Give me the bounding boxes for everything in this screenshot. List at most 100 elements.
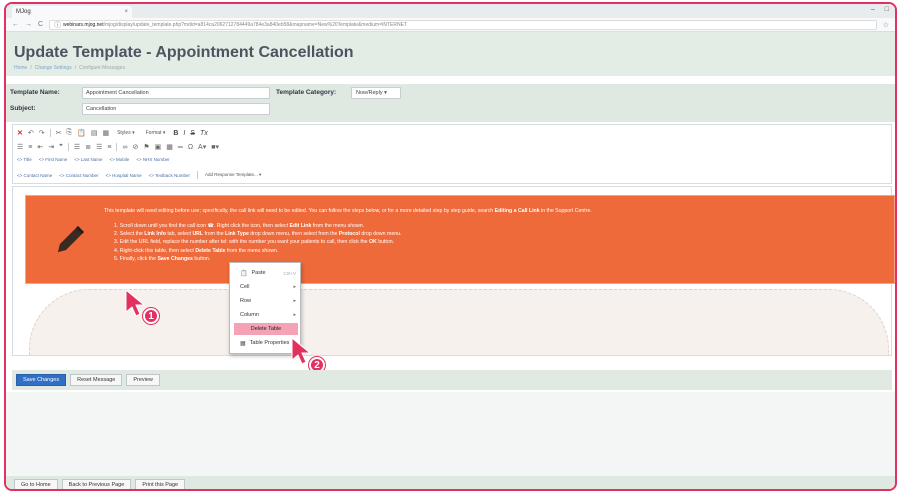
back-arrow-icon[interactable]: ← xyxy=(12,21,19,28)
italic-button[interactable]: I xyxy=(183,130,185,137)
paste-text-icon[interactable]: ▤ xyxy=(91,129,98,137)
toolbar-row-2: ☰ ≡ ⇤ ⇥ ❞ ☰ ≣ ☰ ≡ ∞ ⊘ ⚑ ▣ ▦ ═ Ω A▾ ■▾ xyxy=(17,143,219,151)
image-icon[interactable]: ▣ xyxy=(155,143,162,151)
text-color-icon[interactable]: A▾ xyxy=(198,143,206,151)
save-changes-button[interactable]: Save Changes xyxy=(16,374,67,386)
tag-title[interactable]: <> Title xyxy=(17,157,32,162)
cut-icon[interactable]: ✂ xyxy=(56,129,62,137)
numbered-list-icon[interactable]: ☰ xyxy=(17,143,23,151)
maximize-icon[interactable]: □ xyxy=(885,6,889,13)
tag-first-name[interactable]: <> First Name xyxy=(39,157,68,162)
divider xyxy=(49,129,51,137)
notice-intro: This template will need editing before u… xyxy=(104,208,592,214)
tag-mobile[interactable]: <> Mobile xyxy=(110,157,130,162)
bookmark-star-icon[interactable]: ☆ xyxy=(883,21,889,29)
merge-tags-row-1: <> Title <> First Name <> Last Name <> M… xyxy=(17,157,170,162)
step-text: from the menu shown. xyxy=(311,223,365,229)
template-name-input[interactable]: Appointment Cancellation xyxy=(82,87,270,99)
clear-format-button[interactable]: Tx xyxy=(200,130,208,137)
footer-bar: Go to Home Back to Previous Page Print t… xyxy=(6,476,895,489)
context-delete-table[interactable]: Delete Table xyxy=(234,323,298,335)
bold-button[interactable]: B xyxy=(173,130,178,137)
styles-dropdown[interactable]: Styles ▾ xyxy=(114,129,138,137)
tag-nhs-number[interactable]: <> NHS Number xyxy=(136,157,169,162)
align-right-icon[interactable]: ☰ xyxy=(96,143,102,151)
notice-steps: 1. Scroll down until you find the call i… xyxy=(114,222,401,263)
bullet-list-icon[interactable]: ≡ xyxy=(28,144,32,151)
align-justify-icon[interactable]: ≡ xyxy=(107,144,111,151)
format-dropdown[interactable]: Format ▾ xyxy=(143,129,169,137)
styles-label: Styles xyxy=(117,130,131,136)
close-tab-icon[interactable]: × xyxy=(124,9,128,15)
divider xyxy=(197,171,199,179)
strikethrough-button[interactable]: S xyxy=(190,130,195,137)
align-center-icon[interactable]: ≣ xyxy=(85,143,91,151)
editor-toolbar: ✕ ↶ ↷ ✂ ⎘ 📋 ▤ ▦ Styles ▾ Format ▾ B I S … xyxy=(12,124,892,184)
template-category-label: Template Category: xyxy=(276,89,337,96)
copy-icon[interactable]: ⎘ xyxy=(67,129,73,137)
breadcrumb-home[interactable]: Home xyxy=(14,65,27,71)
notice-table[interactable]: This template will need editing before u… xyxy=(25,195,895,284)
url-field[interactable]: ⓘ webinars.mjog.net /mjog/display/update… xyxy=(49,19,877,30)
step-bold: Save Changes xyxy=(157,255,193,262)
reload-icon[interactable]: C xyxy=(38,21,43,28)
tag-last-name[interactable]: <> Last Name xyxy=(74,157,102,162)
format-label: Format xyxy=(145,130,162,136)
step-bold: Delete Table xyxy=(195,247,226,254)
undo-icon[interactable]: ↶ xyxy=(28,129,34,137)
align-left-icon[interactable]: ☰ xyxy=(74,143,80,151)
anchor-icon[interactable]: ⚑ xyxy=(143,143,149,151)
chevron-right-icon: ▸ xyxy=(293,312,296,318)
template-category-select[interactable]: Now/Reply ▾ xyxy=(351,87,401,99)
background-color-icon[interactable]: ■▾ xyxy=(211,143,219,151)
horizontal-line-icon[interactable]: ═ xyxy=(178,144,183,151)
tag-contact-name[interactable]: <> Contact Name xyxy=(17,173,52,178)
window-controls: – □ xyxy=(871,6,889,13)
link-icon[interactable]: ∞ xyxy=(122,144,127,151)
context-row[interactable]: Row ▸ xyxy=(234,295,298,307)
step-text: button. xyxy=(376,239,395,246)
context-paste[interactable]: 📋 Paste Ctrl+V xyxy=(234,267,298,279)
minimize-icon[interactable]: – xyxy=(871,6,875,13)
paste-icon[interactable]: 📋 xyxy=(77,129,86,137)
tag-hospital-name[interactable]: <> Hospital Name xyxy=(106,173,142,178)
breadcrumb-separator: / xyxy=(30,65,32,71)
cancel-icon[interactable]: ✕ xyxy=(17,129,23,137)
add-response-template-dropdown[interactable]: Add Response Template... ▾ xyxy=(205,172,261,178)
template-name-label: Template Name: xyxy=(10,89,60,96)
step-1: 1. Scroll down until you find the call i… xyxy=(114,222,401,230)
indent-icon[interactable]: ⇥ xyxy=(48,143,54,151)
step-text: button. xyxy=(192,255,211,262)
reset-message-button[interactable]: Reset Message xyxy=(70,374,123,386)
context-cell[interactable]: Cell ▸ xyxy=(234,281,298,293)
redo-icon[interactable]: ↷ xyxy=(39,129,45,137)
editor-content[interactable]: This template will need editing before u… xyxy=(12,186,895,356)
outdent-icon[interactable]: ⇤ xyxy=(37,143,43,151)
page-title: Update Template - Appointment Cancellati… xyxy=(14,44,354,61)
browser-tab[interactable]: MJog × xyxy=(12,6,132,18)
context-column[interactable]: Column ▸ xyxy=(234,309,298,321)
forward-arrow-icon[interactable]: → xyxy=(25,21,32,28)
subject-input[interactable]: Cancellation xyxy=(82,103,270,115)
print-button[interactable]: Print this Page xyxy=(135,478,186,489)
go-home-button[interactable]: Go to Home xyxy=(14,478,58,489)
preview-button[interactable]: Preview xyxy=(126,374,160,386)
blockquote-icon[interactable]: ❞ xyxy=(59,143,63,151)
breadcrumb-separator: / xyxy=(74,65,77,71)
breadcrumb-change-settings[interactable]: Change Settings xyxy=(35,65,72,71)
context-column-label: Column xyxy=(240,312,259,318)
breadcrumb: Home / Change Settings / Configure Messa… xyxy=(14,65,125,71)
unlink-icon[interactable]: ⊘ xyxy=(132,143,138,151)
template-form: Template Name: Appointment Cancellation … xyxy=(6,84,895,122)
context-table-properties[interactable]: ▦ Table Properties xyxy=(234,337,298,349)
message-body-area[interactable] xyxy=(29,289,889,355)
back-button[interactable]: Back to Previous Page xyxy=(61,478,132,489)
tag-textback-number[interactable]: <> Textback Number xyxy=(149,173,190,178)
url-host: webinars.mjog.net xyxy=(63,21,104,28)
tag-contact-number[interactable]: <> Contact Number xyxy=(59,173,98,178)
special-char-icon[interactable]: Ω xyxy=(188,144,193,151)
chevron-right-icon: ▸ xyxy=(293,298,296,304)
table-icon[interactable]: ▦ xyxy=(166,143,173,151)
paste-word-icon[interactable]: ▦ xyxy=(102,129,109,137)
step-text: drop down menu, then select xyxy=(248,231,319,238)
